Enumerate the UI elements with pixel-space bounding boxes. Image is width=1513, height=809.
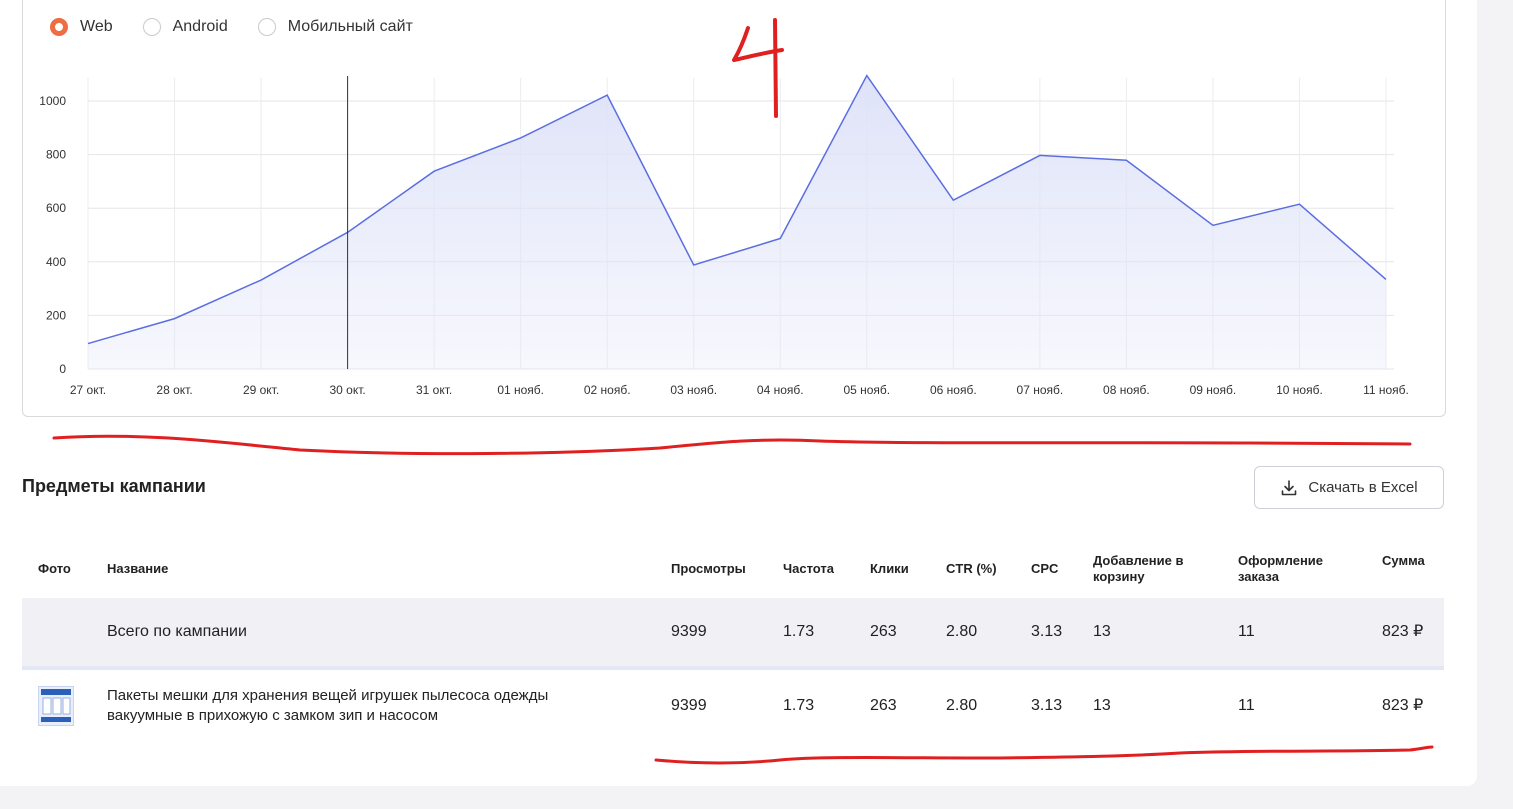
data-point-0 <box>86 342 90 346</box>
data-point-10 <box>951 198 955 202</box>
data-point-8 <box>778 236 782 240</box>
data-point-9 <box>865 74 869 78</box>
views-area-chart[interactable]: 0 200 400 600 800 1000 27 окт. 28 окт. 29 окт. 30… <box>0 0 1477 420</box>
y-tick-label-1000: 1000 <box>39 94 66 108</box>
total-ctr: 2.80 <box>946 623 978 640</box>
y-tick-label-600: 600 <box>46 201 66 215</box>
x-tick-label-10: 06 нояб. <box>930 383 977 397</box>
x-tick-label-9: 05 нояб. <box>843 383 890 397</box>
data-point-15 <box>1384 277 1388 281</box>
row-cart: 13 <box>1093 697 1111 714</box>
product-thumbnail[interactable] <box>38 686 74 726</box>
total-name: Всего по кампании <box>107 623 247 640</box>
y-tick-label-800: 800 <box>46 148 66 162</box>
column-header-views[interactable]: Просмотры <box>671 561 746 577</box>
total-sum: 823 ₽ <box>1382 623 1424 640</box>
column-header-clicks[interactable]: Клики <box>870 561 909 577</box>
x-tick-label-6: 02 нояб. <box>584 383 631 397</box>
row-clicks: 263 <box>870 697 897 714</box>
row-frequency: 1.73 <box>783 697 815 714</box>
x-tick-label-15: 11 нояб. <box>1363 383 1409 397</box>
product-name-link[interactable]: Пакеты мешки для хранения вещей игрушек … <box>107 686 607 726</box>
annotation-underline-chart <box>52 434 1412 456</box>
data-point-5 <box>519 136 523 140</box>
x-tick-label-0: 27 окт. <box>70 383 106 397</box>
column-header-photo[interactable]: Фото <box>38 561 71 577</box>
column-header-frequency[interactable]: Частота <box>783 561 834 577</box>
total-views: 9399 <box>671 623 707 640</box>
y-tick-label-400: 400 <box>46 255 66 269</box>
x-tick-label-7: 03 нояб. <box>670 383 717 397</box>
column-header-checkout[interactable]: Оформление заказа <box>1238 553 1338 585</box>
column-header-cpc[interactable]: CPC <box>1031 561 1058 577</box>
column-header-sum[interactable]: Сумма <box>1382 553 1425 569</box>
y-tick-label-0: 0 <box>59 362 66 376</box>
x-tick-label-5: 01 нояб. <box>497 383 544 397</box>
x-tick-label-3: 30 окт. <box>329 383 365 397</box>
row-order: 11 <box>1238 697 1255 714</box>
download-excel-button[interactable]: Скачать в Excel <box>1254 466 1444 509</box>
y-tick-label-200: 200 <box>46 308 66 322</box>
annotation-underline-row <box>654 745 1434 765</box>
x-tick-label-8: 04 нояб. <box>757 383 804 397</box>
total-clicks: 263 <box>870 623 897 640</box>
data-point-6 <box>605 93 609 97</box>
row-ctr: 2.80 <box>946 697 978 714</box>
data-point-7 <box>692 263 696 267</box>
download-excel-label: Скачать в Excel <box>1308 479 1418 496</box>
data-point-14 <box>1297 202 1301 206</box>
product-image <box>41 689 71 722</box>
series-area <box>88 75 1386 369</box>
data-point-11 <box>1038 153 1042 157</box>
data-point-12 <box>1124 158 1128 162</box>
x-tick-label-4: 31 окт. <box>416 383 452 397</box>
content-card: Web Android Мобильный сайт 0 200 400 600 800… <box>0 0 1477 786</box>
data-point-2 <box>259 278 263 282</box>
x-tick-label-11: 07 нояб. <box>1017 383 1064 397</box>
x-tick-label-13: 09 нояб. <box>1190 383 1237 397</box>
total-row-divider <box>22 666 1444 670</box>
x-tick-label-12: 08 нояб. <box>1103 383 1150 397</box>
data-point-1 <box>173 317 177 321</box>
x-tick-label-14: 10 нояб. <box>1276 383 1323 397</box>
items-section-title: Предметы кампании <box>22 476 206 496</box>
x-tick-label-1: 28 окт. <box>156 383 192 397</box>
total-order: 11 <box>1238 623 1255 640</box>
column-header-ctr[interactable]: CTR (%) <box>946 561 997 577</box>
x-tick-label-2: 29 окт. <box>243 383 279 397</box>
total-cpc: 3.13 <box>1031 623 1063 640</box>
data-point-4 <box>432 169 436 173</box>
total-cart: 13 <box>1093 623 1111 640</box>
data-point-13 <box>1211 223 1215 227</box>
row-sum: 823 ₽ <box>1382 697 1424 714</box>
row-views: 9399 <box>671 697 707 714</box>
column-header-add-to-cart[interactable]: Добавление в корзину <box>1093 553 1193 585</box>
row-cpc: 3.13 <box>1031 697 1063 714</box>
total-frequency: 1.73 <box>783 623 815 640</box>
download-icon <box>1282 479 1297 495</box>
column-header-name[interactable]: Название <box>107 561 168 577</box>
